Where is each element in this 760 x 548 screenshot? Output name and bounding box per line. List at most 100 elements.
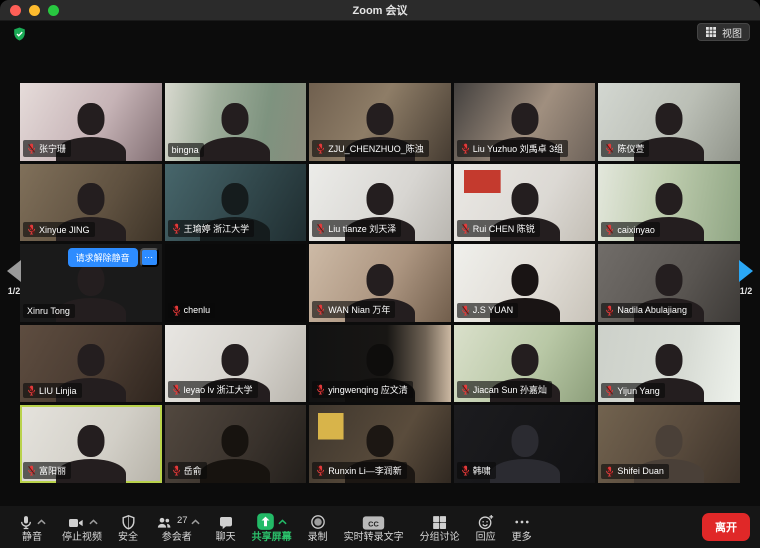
toolbar-button-stop-video[interactable]: 停止视频 [54, 511, 110, 543]
participant-tile-17[interactable]: leyao lv 浙江大学 [165, 325, 307, 403]
next-page-nav: 1/2 [734, 260, 758, 296]
participant-name-tag: 富阳丽 [23, 462, 71, 479]
participant-name-tag: J.S YUAN [457, 303, 518, 318]
chevron-up-icon[interactable] [191, 519, 200, 525]
minimize-window-button[interactable] [29, 5, 40, 16]
stop-video-icon [66, 515, 86, 531]
toolbar-button-share-screen[interactable]: 共享屏幕 [244, 511, 300, 543]
participant-tile-21[interactable]: 富阳丽 [20, 405, 162, 483]
participant-tile-10[interactable]: caixinyao [598, 164, 740, 242]
participant-name: WAN Nian 万年 [328, 303, 390, 316]
participant-name: Shifei Duan [617, 466, 664, 476]
participant-name-tag: 张宁珊 [23, 140, 71, 157]
participant-tile-19[interactable]: Jiacan Sun 孙嘉灿 [454, 325, 596, 403]
toolbar-button-security[interactable]: 安全 [110, 511, 146, 543]
participant-tile-7[interactable]: 王瑜婷 浙江大学 [165, 164, 307, 242]
mic-muted-icon [172, 305, 181, 316]
participants-icon [154, 515, 174, 531]
next-page-button[interactable] [739, 260, 753, 282]
toolbar-button-record[interactable]: 录制 [300, 511, 336, 543]
participant-tile-12[interactable]: chenlu [165, 244, 307, 322]
prev-page-label: 1/2 [2, 286, 26, 296]
participant-tile-11[interactable]: Xinru Tong 请求解除静音⋯ [20, 244, 162, 322]
mic-muted-icon [172, 465, 181, 476]
prev-page-button[interactable] [7, 260, 21, 282]
close-window-button[interactable] [10, 5, 21, 16]
participant-name-tag: caixinyao [601, 222, 660, 237]
toolbar-label-chat: 聊天 [216, 532, 236, 543]
zoom-window-button[interactable] [48, 5, 59, 16]
participant-name: J.S YUAN [473, 305, 513, 315]
toolbar-label-share-screen: 共享屏幕 [252, 532, 292, 543]
participant-tile-14[interactable]: J.S YUAN [454, 244, 596, 322]
toolbar-button-reactions[interactable]: 回应 [468, 511, 504, 543]
breakout-rooms-icon [431, 514, 448, 531]
mic-muted-icon [605, 466, 614, 477]
participant-name: Xinru Tong [27, 306, 70, 316]
meeting-toolbar: 静音 停止视频安全 27参会者聊天 共享屏幕 录制 CC实时转录文字分组讨论回应更多 离开 [0, 506, 760, 548]
participant-tile-22[interactable]: 岳俞 [165, 405, 307, 483]
participant-tile-18[interactable]: yingwenqing 应文清 [309, 325, 451, 403]
participant-more-options-button[interactable]: ⋯ [140, 248, 159, 267]
participant-name-tag: Yijun Yang [601, 383, 664, 398]
mic-muted-icon [461, 143, 470, 154]
chevron-up-icon[interactable] [89, 519, 98, 525]
participant-name: Jiacan Sun 孙嘉灿 [473, 383, 547, 396]
participant-name-tag: Liu tianze 刘天泽 [312, 220, 401, 237]
participant-tile-3[interactable]: ZJU_CHENZHUO_陈浊 [309, 83, 451, 161]
participant-tile-24[interactable]: 韩啸 [454, 405, 596, 483]
toolbar-label-security: 安全 [118, 532, 138, 543]
mic-muted-icon [461, 384, 470, 395]
mic-muted-icon [605, 224, 614, 235]
participant-name-tag: Xinyue JING [23, 222, 95, 237]
toolbar-button-mute[interactable]: 静音 [10, 511, 54, 543]
participant-tile-5[interactable]: 陈仪萱 [598, 83, 740, 161]
chevron-up-icon[interactable] [37, 519, 46, 525]
participant-name: 陈仪萱 [617, 142, 644, 155]
mic-muted-icon [605, 385, 614, 396]
participant-tile-15[interactable]: Nadila Abulajiang [598, 244, 740, 322]
mic-muted-icon [172, 384, 181, 395]
participant-tile-13[interactable]: WAN Nian 万年 [309, 244, 451, 322]
participant-name: bingna [172, 145, 199, 155]
participant-tile-4[interactable]: Liu Yuzhuo 刘禹卓 3组 [454, 83, 596, 161]
toolbar-button-more[interactable]: 更多 [504, 511, 540, 543]
participant-video-silhouette [487, 425, 563, 483]
zoom-meeting-window: Zoom 会议 视图 张宁珊 bingna ZJU_CHENZHUO_陈浊 Li… [0, 0, 760, 548]
participant-tile-20[interactable]: Yijun Yang [598, 325, 740, 403]
participant-name-tag: Runxin Li—李润新 [312, 462, 407, 479]
mic-muted-icon [316, 223, 325, 234]
participant-name: 王瑜婷 浙江大学 [184, 222, 250, 235]
ask-to-unmute-button[interactable]: 请求解除静音 [68, 248, 138, 267]
more-icon [513, 513, 531, 531]
participant-name-tag: WAN Nian 万年 [312, 301, 395, 318]
traffic-lights [10, 5, 59, 16]
participant-name: Rui CHEN 陈锐 [473, 222, 535, 235]
gallery-grid-icon [705, 26, 717, 38]
participant-name-tag: Xinru Tong [23, 304, 75, 318]
participant-name-tag: 韩啸 [457, 462, 496, 479]
view-button[interactable]: 视图 [697, 23, 750, 41]
participant-name-tag: Shifei Duan [601, 464, 669, 479]
participant-tile-2[interactable]: bingna [165, 83, 307, 161]
mic-muted-icon [605, 305, 614, 316]
toolbar-label-participants: 参会者 [162, 532, 192, 543]
participant-name: 韩啸 [473, 464, 491, 477]
participant-tile-8[interactable]: Liu tianze 刘天泽 [309, 164, 451, 242]
participant-tile-23[interactable]: Runxin Li—李润新 [309, 405, 451, 483]
participant-tile-16[interactable]: LIU Linjia [20, 325, 162, 403]
chevron-up-icon[interactable] [278, 519, 287, 525]
participant-tile-6[interactable]: Xinyue JING [20, 164, 162, 242]
toolbar-label-record: 录制 [308, 532, 328, 543]
participant-tile-1[interactable]: 张宁珊 [20, 83, 162, 161]
toolbar-button-participants[interactable]: 27参会者 [146, 511, 208, 543]
toolbar-button-breakout-rooms[interactable]: 分组讨论 [412, 511, 468, 543]
toolbar-button-chat[interactable]: 聊天 [208, 511, 244, 543]
mic-muted-icon [461, 465, 470, 476]
leave-meeting-button[interactable]: 离开 [702, 513, 750, 541]
toolbar-button-live-transcript[interactable]: CC实时转录文字 [336, 511, 412, 543]
participant-tile-9[interactable]: Rui CHEN 陈锐 [454, 164, 596, 242]
encryption-shield-icon [12, 26, 27, 42]
participant-tile-25[interactable]: Shifei Duan [598, 405, 740, 483]
toolbar-label-mute: 静音 [22, 532, 42, 543]
